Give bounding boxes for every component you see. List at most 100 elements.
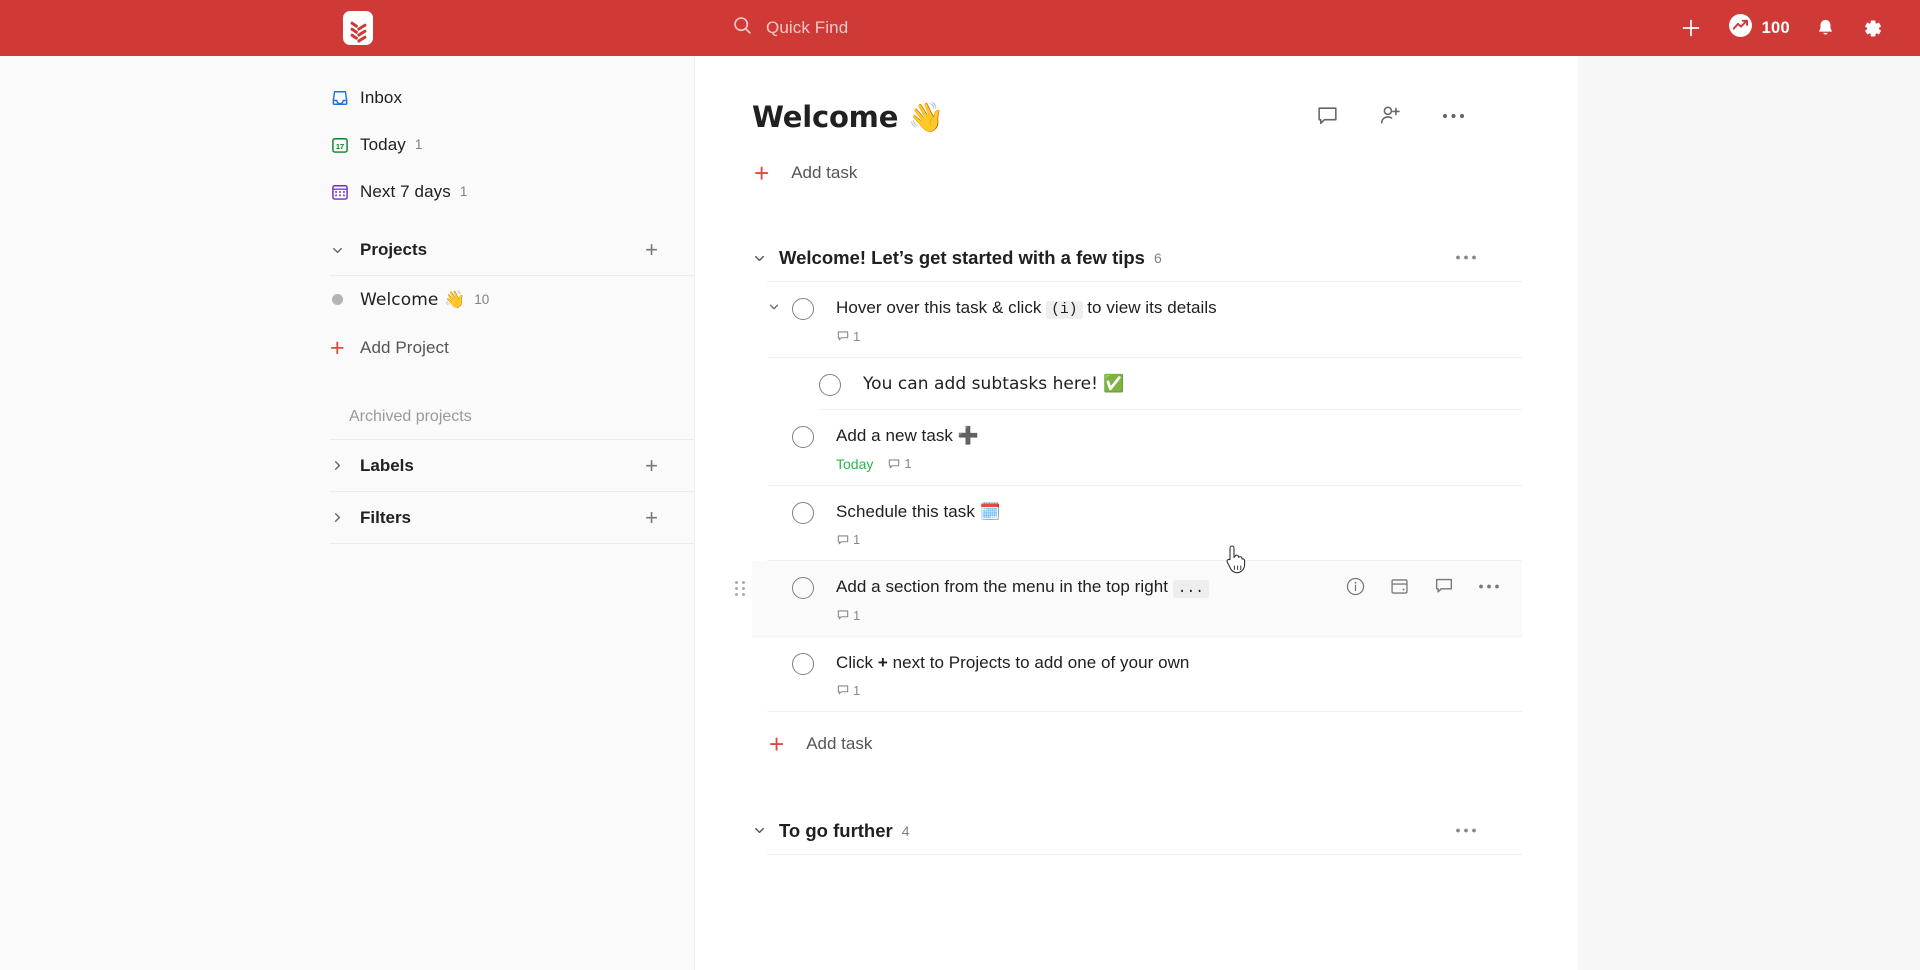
add-task-top-button[interactable]: + Add task <box>752 153 1522 193</box>
task-section: To go further 4 <box>752 814 1522 855</box>
comments-icon[interactable] <box>1315 103 1340 128</box>
task-row-hovered[interactable]: Add a section from the menu in the top r… <box>735 561 1522 637</box>
task-row-subtask[interactable]: You can add subtasks here! ✅ <box>819 358 1522 410</box>
project-color-dot <box>330 294 360 305</box>
search-input[interactable]: Quick Find <box>732 0 848 56</box>
task-meta: 1 <box>836 608 1522 623</box>
plus-emoji-icon: ➕ <box>957 425 979 446</box>
task-checkbox[interactable] <box>792 298 814 320</box>
add-project-label: Add Project <box>360 338 449 357</box>
section-more-icon[interactable] <box>1455 822 1477 837</box>
sidebar-item-count: 1 <box>459 184 468 199</box>
sidebar-group-filters[interactable]: Filters + <box>330 492 694 543</box>
task-due-date[interactable]: Today <box>836 456 873 472</box>
task-comment-icon[interactable] <box>1433 575 1455 597</box>
task-checkbox[interactable] <box>792 501 814 524</box>
comment-count-value: 1 <box>853 607 861 623</box>
section-count: 6 <box>1153 250 1162 266</box>
sidebar-item-today[interactable]: 17 Today 1 <box>330 121 694 168</box>
drag-handle-icon[interactable] <box>735 581 746 597</box>
gear-icon[interactable] <box>1861 17 1884 40</box>
sidebar: Inbox 17 Today 1 Next 7 days 1 Projects … <box>0 56 694 970</box>
comment-count-value: 1 <box>853 328 861 344</box>
sidebar-item-next-7-days[interactable]: Next 7 days 1 <box>330 168 694 215</box>
plus-icon[interactable] <box>1678 15 1704 41</box>
productivity-button[interactable]: 100 <box>1728 13 1790 43</box>
chevron-placeholder <box>767 576 792 579</box>
archived-projects-button[interactable]: Archived projects <box>330 395 694 439</box>
add-task-label: Add task <box>806 733 873 753</box>
section-title: To go further <box>779 819 893 841</box>
main-content: Welcome 👋 + Add task Welcome! Let’s get … <box>694 56 1578 970</box>
plus-icon: + <box>754 158 770 188</box>
chevron-right-icon[interactable] <box>330 458 360 473</box>
upcoming-calendar-icon <box>330 182 360 202</box>
task-schedule-icon[interactable] <box>1389 576 1410 597</box>
chevron-right-icon[interactable] <box>330 510 360 525</box>
add-project-button[interactable]: + Add Project <box>330 323 694 373</box>
svg-text:17: 17 <box>336 141 344 150</box>
task-checkbox[interactable] <box>792 425 814 448</box>
sidebar-project-welcome[interactable]: Welcome 👋 10 <box>330 276 694 323</box>
karma-value: 100 <box>1761 18 1790 37</box>
section-header[interactable]: To go further 4 <box>752 814 1522 848</box>
plus-icon: + <box>330 333 345 362</box>
plus-icon: + <box>769 728 785 759</box>
task-comment-count[interactable]: 1 <box>836 683 860 698</box>
sidebar-group-projects[interactable]: Projects + <box>330 225 694 275</box>
task-row[interactable]: Click + next to Projects to add one of y… <box>767 637 1522 712</box>
sidebar-group-labels[interactable]: Labels + <box>330 440 694 491</box>
task-title: Hover over this task & click (i) to view… <box>836 297 1522 320</box>
task-more-icon[interactable] <box>1478 583 1500 590</box>
chevron-down-icon[interactable] <box>752 251 779 266</box>
task-meta: 1 <box>836 329 1522 344</box>
search-icon <box>732 15 753 41</box>
sidebar-item-label: Inbox <box>360 87 403 107</box>
sidebar-item-inbox[interactable]: Inbox <box>330 74 694 121</box>
add-label-plus-icon[interactable]: + <box>645 454 658 477</box>
task-comment-count[interactable]: 1 <box>836 608 860 623</box>
search-placeholder: Quick Find <box>766 18 849 37</box>
expand-subtasks-chevron-icon[interactable] <box>767 297 792 314</box>
task-text-part: next to Projects to add one of your own <box>887 652 1190 672</box>
task-row[interactable]: Add a new task ➕ Today 1 <box>767 410 1522 486</box>
top-bar-actions: 100 <box>1678 0 1884 56</box>
inline-code: (i) <box>1046 301 1083 319</box>
task-checkbox[interactable] <box>792 652 814 675</box>
task-comment-count[interactable]: 1 <box>887 456 912 472</box>
task-text-part: Add a section from the menu in the top r… <box>836 577 1173 597</box>
add-filter-plus-icon[interactable]: + <box>645 506 658 529</box>
logo-square <box>343 11 373 45</box>
task-checkbox[interactable] <box>819 373 841 396</box>
task-comment-count[interactable]: 1 <box>836 532 860 547</box>
top-bar: Quick Find 100 <box>0 0 1920 56</box>
inline-code: ... <box>1172 580 1210 599</box>
task-text-part: to view its details <box>1082 298 1217 317</box>
add-task-section-button[interactable]: + Add task <box>767 724 1522 764</box>
task-checkbox[interactable] <box>792 577 814 600</box>
task-info-icon[interactable] <box>1345 576 1366 597</box>
task-comment-count[interactable]: 1 <box>836 329 860 344</box>
chevron-down-icon[interactable] <box>330 243 360 258</box>
chevron-placeholder <box>767 501 792 504</box>
task-meta: 1 <box>836 683 1522 698</box>
chevron-placeholder <box>767 652 792 655</box>
task-meta: Today 1 <box>836 456 1522 472</box>
more-menu-icon[interactable] <box>1441 112 1466 120</box>
productivity-trend-icon <box>1728 13 1753 43</box>
section-title: Welcome! Let’s get started with a few ti… <box>779 247 1145 268</box>
add-person-icon[interactable] <box>1378 103 1403 128</box>
comment-count-value: 1 <box>904 456 912 472</box>
sidebar-item-label: Next 7 days <box>360 181 451 201</box>
add-project-plus-icon[interactable]: + <box>645 239 658 261</box>
bell-icon[interactable] <box>1814 17 1837 40</box>
section-header[interactable]: Welcome! Let’s get started with a few ti… <box>752 241 1522 275</box>
task-row[interactable]: Hover over this task & click (i) to view… <box>767 282 1522 358</box>
task-row[interactable]: Schedule this task 🗓️ 1 <box>767 486 1522 562</box>
todoist-logo-icon[interactable] <box>340 10 376 46</box>
task-text-part: Click <box>836 652 878 672</box>
section-more-icon[interactable] <box>1455 249 1477 264</box>
chevron-down-icon[interactable] <box>752 823 779 838</box>
comment-count-value: 1 <box>853 532 861 548</box>
today-calendar-icon: 17 <box>330 135 360 155</box>
